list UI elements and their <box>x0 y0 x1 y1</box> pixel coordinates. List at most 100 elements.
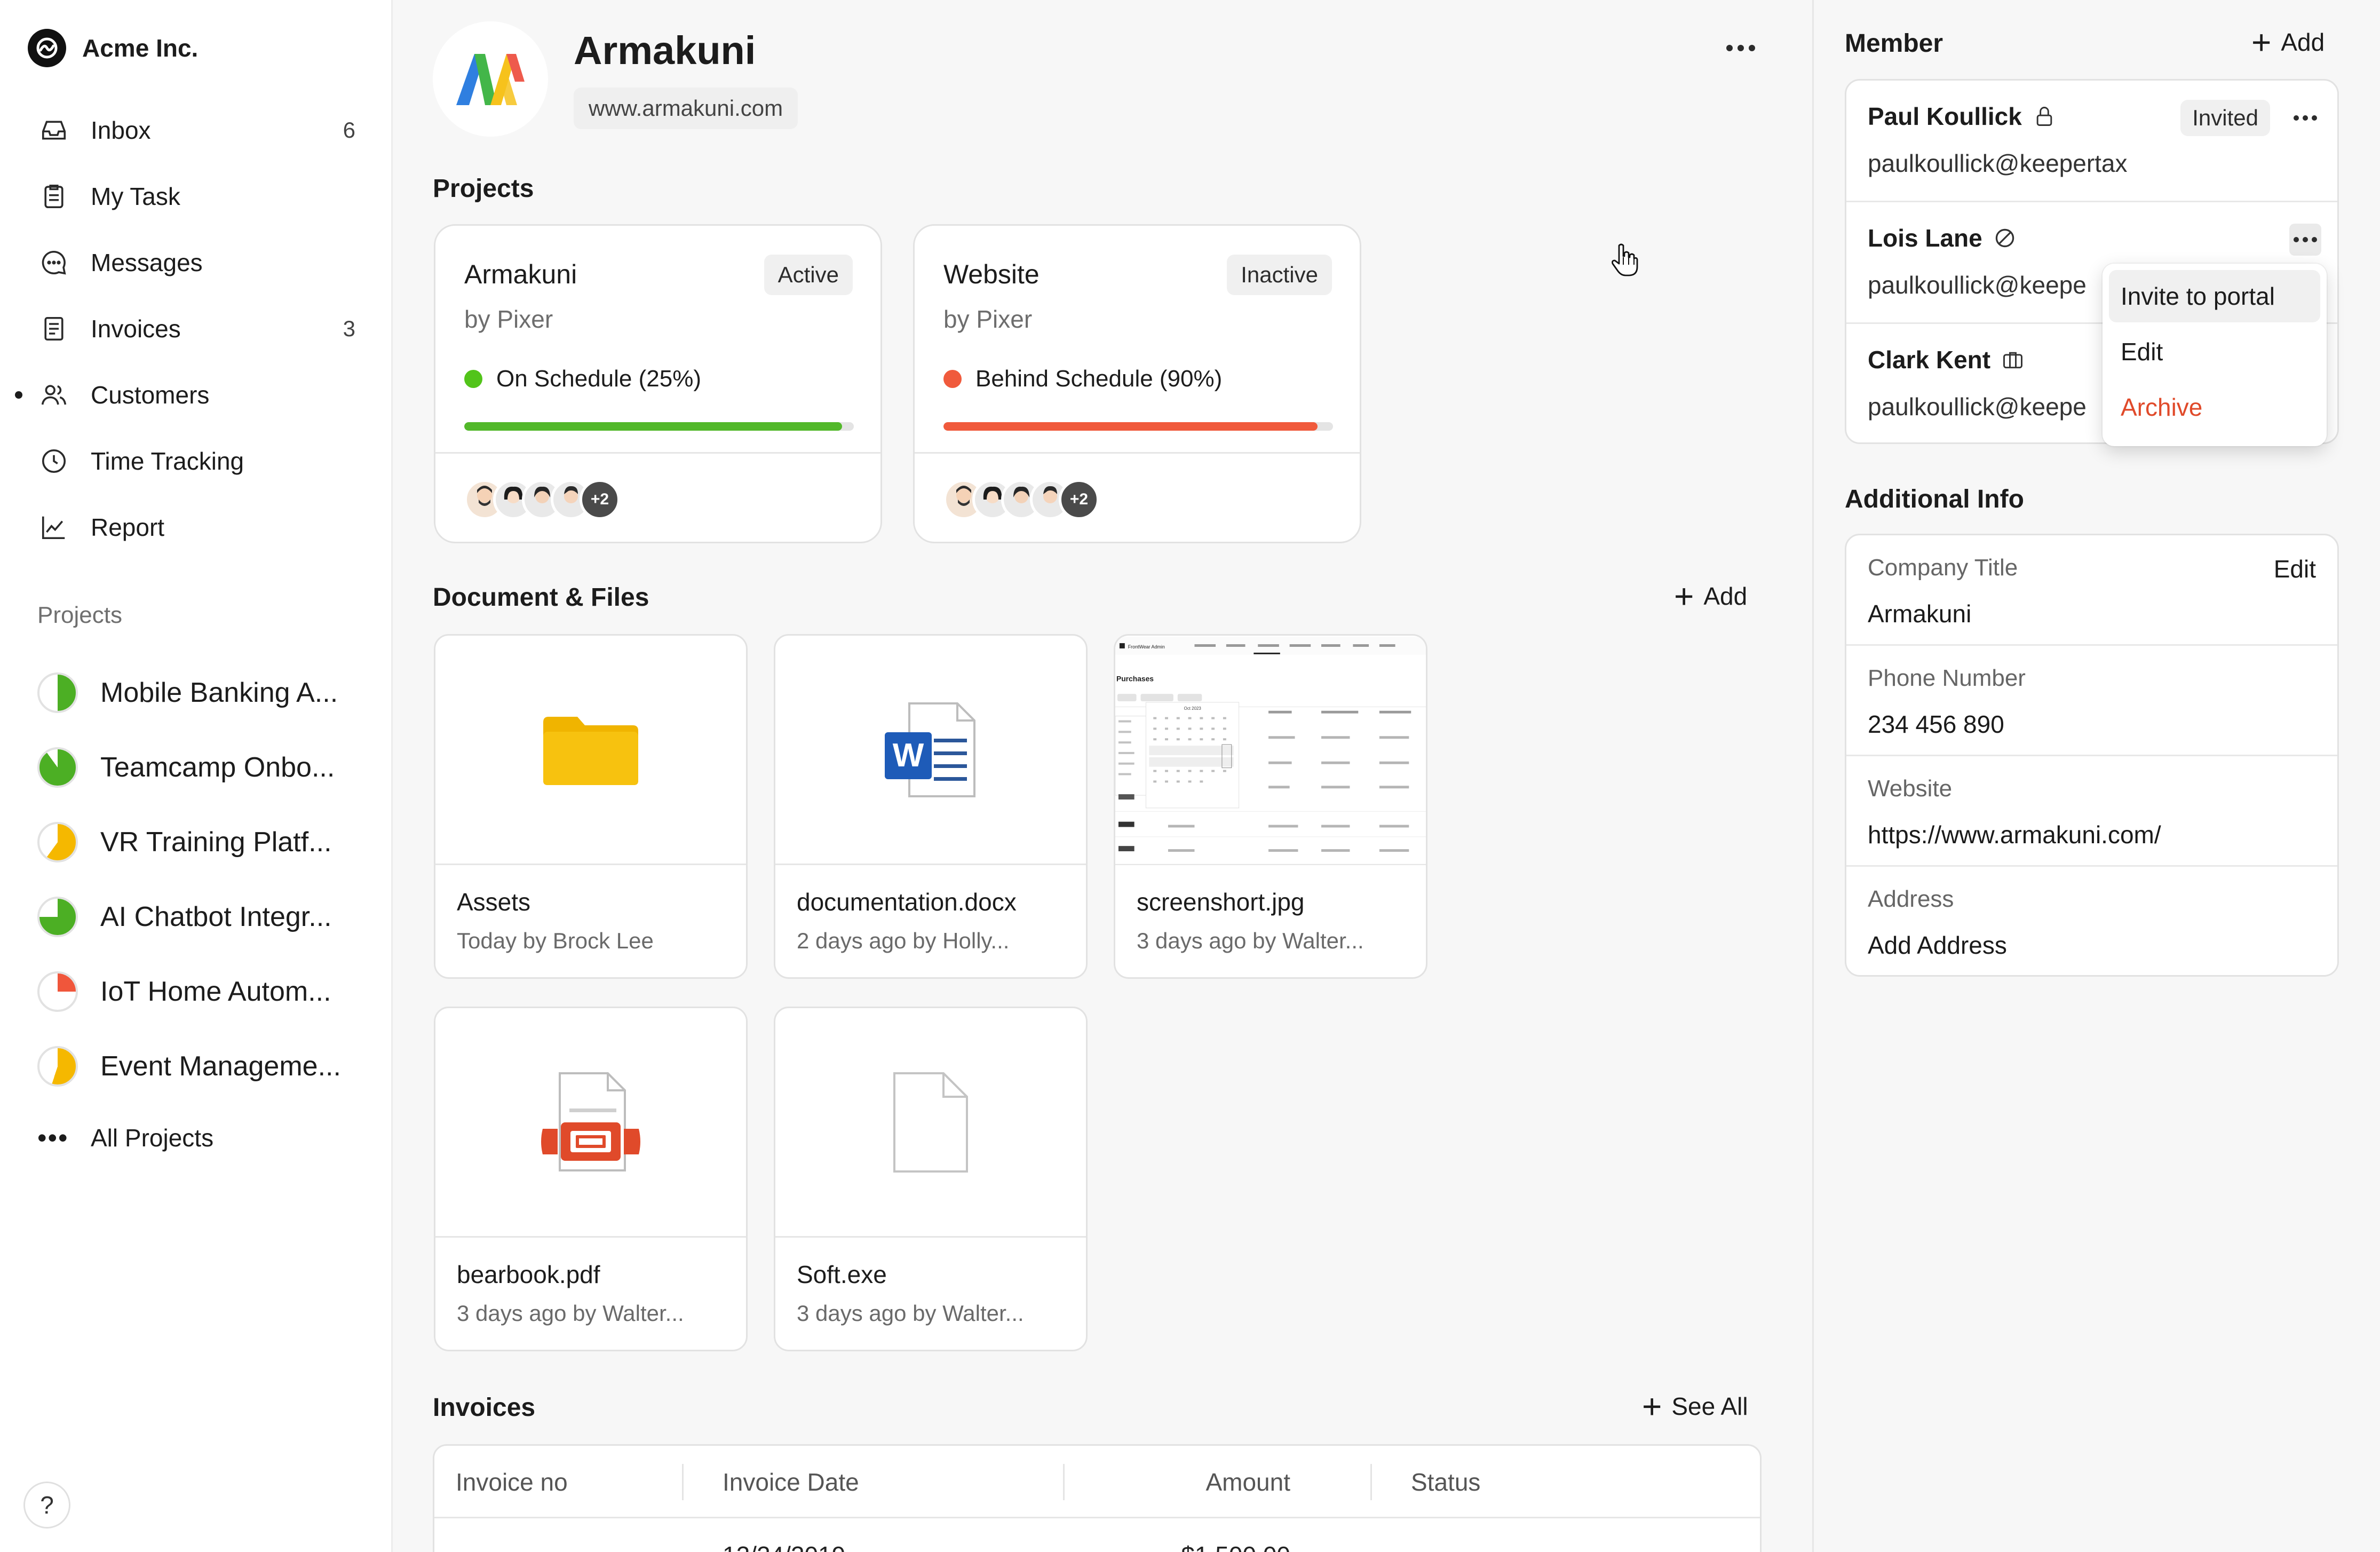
see-all-label: See All <box>1671 1392 1748 1420</box>
invoice-amount: $1,500.00 <box>1181 1541 1290 1552</box>
info-value: Armakuni <box>1868 600 1972 628</box>
info-label: Company Title <box>1868 555 2018 581</box>
project-item[interactable]: VR Training Platf... <box>0 805 393 880</box>
project-label: Teamcamp Onbo... <box>100 752 335 783</box>
add-label: Add <box>1703 582 1748 610</box>
file-name: bearbook.pdf <box>457 1261 600 1288</box>
preview-app-title: FrontWear Admin <box>1128 644 1165 650</box>
edit-info-button[interactable]: Edit <box>2274 555 2316 583</box>
nav-count: 6 <box>343 117 355 142</box>
file-name: Assets <box>457 888 531 916</box>
file-thumbnail <box>435 636 746 865</box>
project-owner: by Pixer <box>464 305 553 333</box>
info-label: Phone Number <box>1868 665 2026 691</box>
project-label: Mobile Banking A... <box>100 677 338 708</box>
table-header: Invoice no Invoice Date Amount Status <box>434 1446 1760 1518</box>
member-email: paulkoullick@keepe <box>1868 271 2087 299</box>
folder-icon <box>543 716 638 785</box>
projects-heading: Projects <box>37 602 122 628</box>
file-card[interactable]: bearbook.pdf 3 days ago by Walter... <box>434 1007 748 1351</box>
menu-item-archive[interactable]: Archive <box>2109 381 2320 433</box>
nav-count: 3 <box>343 316 355 341</box>
avatar-stack[interactable]: +2 <box>464 479 620 520</box>
info-label: Website <box>1868 775 1953 802</box>
info-label: Address <box>1868 886 1954 912</box>
column-divider <box>1063 1464 1065 1500</box>
project-item[interactable]: Teamcamp Onbo... <box>0 730 393 805</box>
file-thumbnail <box>775 1008 1086 1238</box>
client-url-link[interactable]: www.armakuni.com <box>574 88 798 129</box>
project-label: IoT Home Autom... <box>100 976 331 1007</box>
project-name: Website <box>943 259 1040 289</box>
menu-item-edit[interactable]: Edit <box>2109 326 2320 378</box>
nav-report[interactable]: Report <box>0 494 393 560</box>
member-email: paulkoullick@keepe <box>1868 393 2087 421</box>
avatar-stack[interactable]: +2 <box>943 479 1099 520</box>
progress-bar <box>464 422 854 431</box>
see-all-invoices-button[interactable]: + See All <box>1642 1387 1748 1426</box>
project-card[interactable]: Armakuni Active by Pixer On Schedule (25… <box>434 224 882 543</box>
plus-icon: + <box>1642 1387 1662 1426</box>
project-item[interactable]: Event Manageme... <box>0 1029 393 1104</box>
clipboard-icon <box>37 180 70 213</box>
chat-icon <box>37 246 70 279</box>
all-projects-label: All Projects <box>91 1124 214 1152</box>
file-card[interactable]: FrontWear Admin Purchases Oct 2023 scree… <box>1114 634 1427 979</box>
column-header[interactable]: Status <box>1411 1446 1480 1518</box>
progress-pie-icon <box>37 672 78 713</box>
progress-pie-icon <box>37 1046 78 1087</box>
member-name: Clark Kent <box>1868 346 1991 374</box>
progress-pie-icon <box>37 822 78 862</box>
column-divider <box>682 1464 684 1500</box>
member-row[interactable]: Paul Koullick Invited paulkoullick@keepe… <box>1846 81 2337 202</box>
nav-messages[interactable]: Messages <box>0 229 393 296</box>
all-projects-link[interactable]: ••• All Projects <box>0 1104 393 1172</box>
member-context-menu: Invite to portal Edit Archive <box>2103 264 2327 446</box>
nav-inbox[interactable]: Inbox 6 <box>0 97 393 163</box>
file-name: Soft.exe <box>797 1261 887 1288</box>
progress-pie-icon <box>37 747 78 788</box>
org-switcher[interactable]: Acme Inc. <box>28 28 198 68</box>
member-more-button[interactable] <box>2289 102 2321 134</box>
add-document-button[interactable]: + Add <box>1674 579 1748 613</box>
member-more-button[interactable] <box>2289 224 2321 256</box>
column-header[interactable]: Amount <box>1205 1446 1290 1518</box>
card-footer: +2 <box>915 452 1360 542</box>
menu-item-invite-to-portal[interactable]: Invite to portal <box>2109 270 2320 322</box>
nav-invoices[interactable]: Invoices 3 <box>0 296 393 362</box>
add-member-button[interactable]: + Add <box>2251 23 2325 61</box>
project-item[interactable]: IoT Home Autom... <box>0 954 393 1029</box>
column-header[interactable]: Invoice Date <box>723 1446 859 1518</box>
nav-time-tracking[interactable]: Time Tracking <box>0 428 393 494</box>
plus-icon: + <box>2251 23 2272 61</box>
file-name: screenshort.jpg <box>1137 888 1305 916</box>
info-row: Company Title Edit Armakuni <box>1846 535 2337 646</box>
more-members-count: +2 <box>580 479 620 520</box>
schedule-label: Behind Schedule (90%) <box>975 366 1223 392</box>
help-button[interactable]: ? <box>23 1482 70 1529</box>
project-item[interactable]: AI Chatbot Integr... <box>0 880 393 954</box>
status-dot-icon <box>943 370 962 388</box>
file-thumbnail: FrontWear Admin Purchases Oct 2023 <box>1115 636 1426 865</box>
nav-customers[interactable]: Customers <box>0 362 393 428</box>
nav-my-task[interactable]: My Task <box>0 163 393 229</box>
file-card[interactable]: W documentation.docx 2 days ago by Holly… <box>774 634 1088 979</box>
progress-pie-icon <box>37 971 78 1012</box>
project-item[interactable]: Mobile Banking A... <box>0 655 393 730</box>
sidebar: Acme Inc. Inbox 6 My Task Messages Invoi… <box>0 0 393 1552</box>
screenshot-preview-image: FrontWear Admin Purchases Oct 2023 <box>1115 637 1426 864</box>
invoice-icon <box>37 312 70 345</box>
file-card[interactable]: Assets Today by Brock Lee <box>434 634 748 979</box>
add-address-link[interactable]: Add Address <box>1868 931 2007 960</box>
client-more-button[interactable] <box>1717 32 1765 64</box>
file-card[interactable]: Soft.exe 3 days ago by Walter... <box>774 1007 1088 1351</box>
project-card[interactable]: Website Inactive by Pixer Behind Schedul… <box>913 224 1361 543</box>
info-value[interactable]: https://www.armakuni.com/ <box>1868 820 2161 849</box>
column-header[interactable]: Invoice no <box>456 1446 568 1518</box>
ellipsis-icon: ••• <box>37 1123 69 1153</box>
main-nav: Inbox 6 My Task Messages Invoices 3 Cust… <box>0 97 393 560</box>
status-badge: Inactive <box>1227 255 1332 295</box>
briefcase-icon <box>2003 352 2023 369</box>
documents-section-title: Document & Files <box>433 583 649 612</box>
file-meta: 3 days ago by Walter... <box>797 1301 1024 1326</box>
